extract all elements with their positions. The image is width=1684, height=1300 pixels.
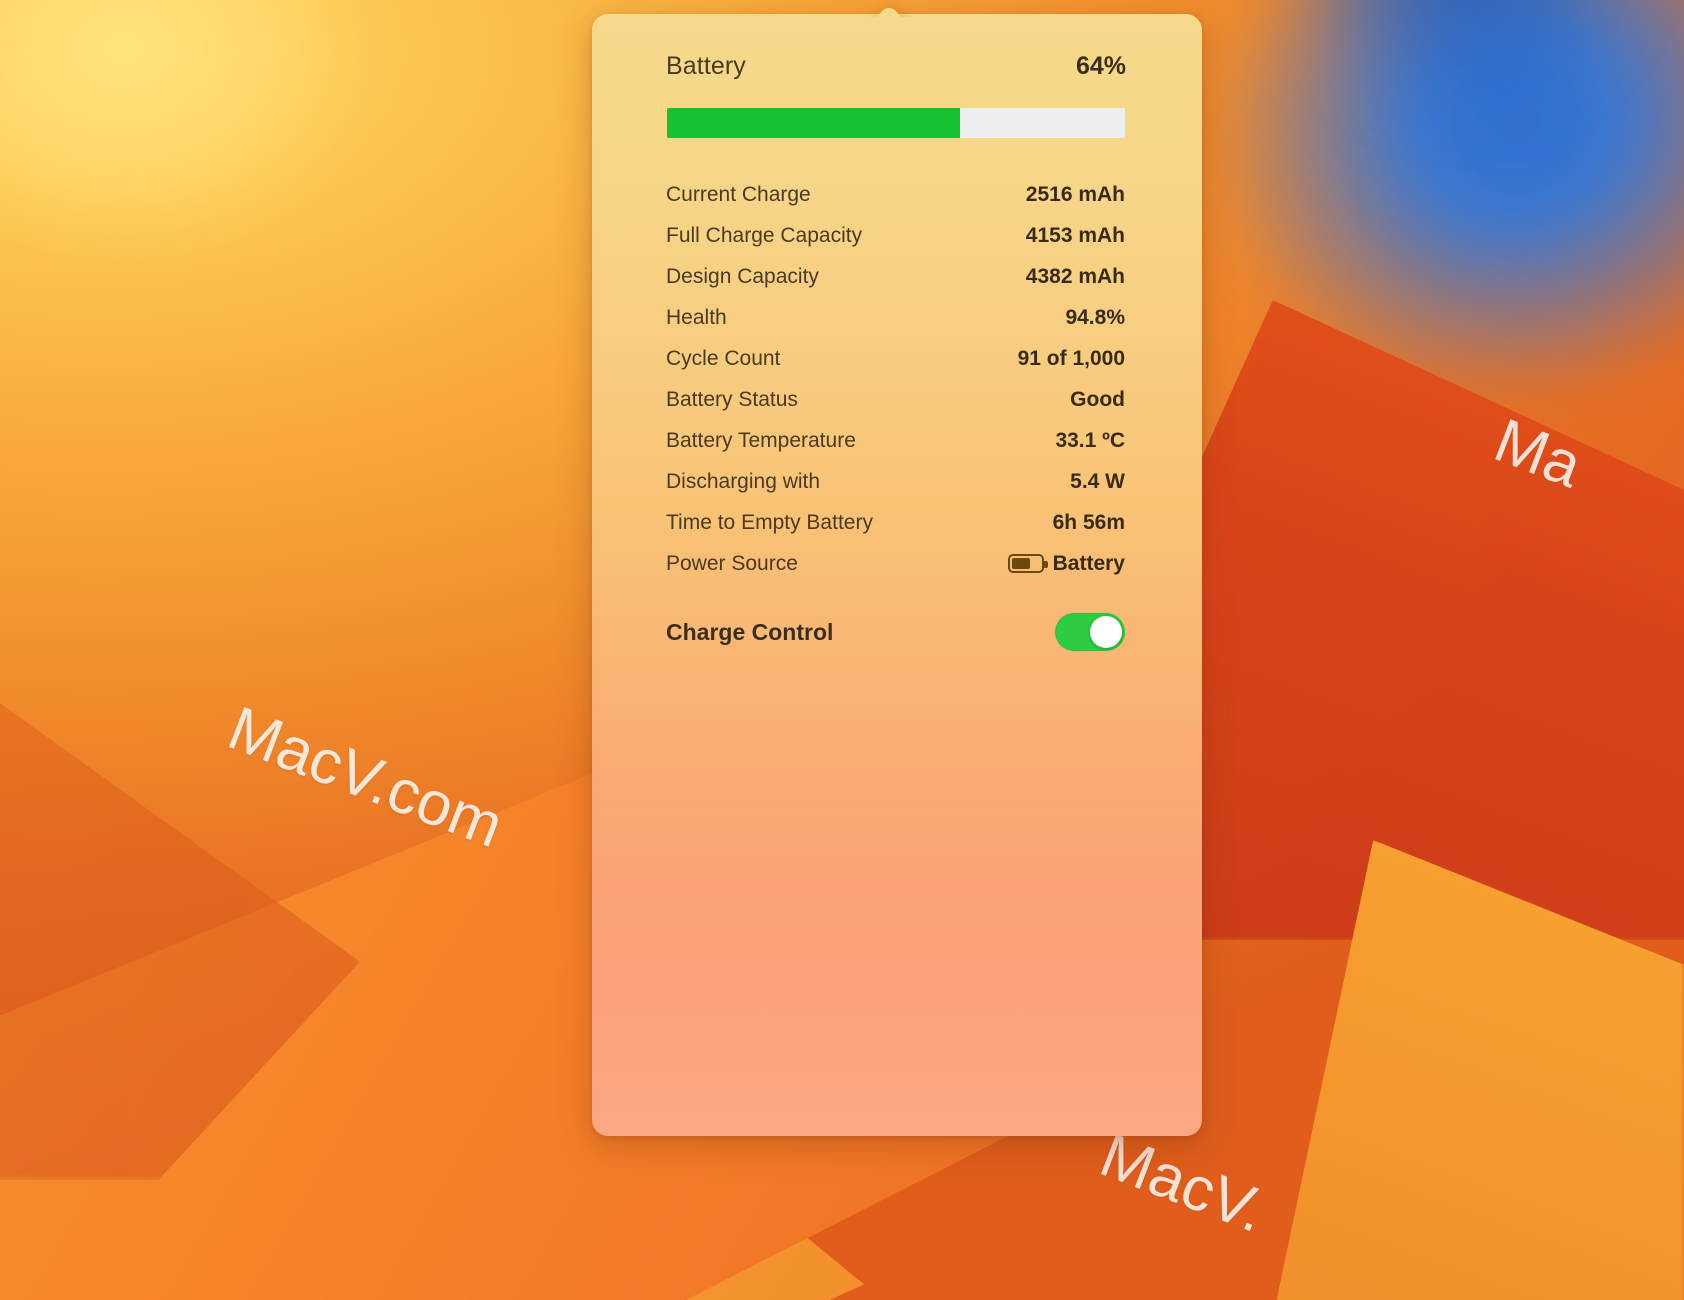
detail-row: Discharging with 5.4 W	[666, 461, 1125, 502]
detail-row: Cycle Count 91 of 1,000	[666, 338, 1125, 379]
detail-row-key: Current Charge	[666, 182, 811, 206]
detail-row-value-text: 91 of 1,000	[1017, 346, 1125, 370]
detail-row-key: Full Charge Capacity	[666, 223, 863, 247]
charge-control-toggle[interactable]	[1055, 613, 1125, 651]
detail-row-value: 94.8%	[1065, 306, 1125, 330]
page-title: Battery	[666, 52, 746, 80]
detail-row: Design Capacity 4382 mAh	[666, 256, 1125, 297]
detail-row: Battery Status Good	[666, 379, 1125, 420]
detail-row-value-text: Battery	[1052, 551, 1125, 575]
detail-row-key: Time to Empty Battery	[666, 510, 873, 534]
charge-control-header: Charge Control	[666, 611, 1125, 653]
detail-row-value-text: 2516 mAh	[1025, 182, 1125, 206]
detail-row: Power Source Battery	[666, 543, 1125, 584]
detail-row-key: Design Capacity	[666, 264, 819, 288]
wallpaper-blue-accent-core	[1204, 0, 1684, 200]
detail-row-value: 33.1 ºC	[1055, 429, 1125, 453]
detail-row-value: 4153 mAh	[1026, 224, 1125, 248]
detail-row-value-text: 33.1 ºC	[1055, 428, 1125, 452]
detail-row-key: Power Source	[666, 551, 798, 575]
toggle-knob	[1090, 616, 1122, 648]
detail-row-key: Discharging with	[666, 469, 821, 493]
detail-row-key: Cycle Count	[666, 346, 781, 370]
detail-row-value-text: 4153 mAh	[1025, 223, 1125, 247]
detail-row-value-text: Good	[1070, 387, 1125, 411]
detail-row-value: 6h 56m	[1053, 511, 1125, 535]
detail-row: Full Charge Capacity 4153 mAh	[666, 215, 1125, 256]
detail-row: Current Charge 2516 mAh	[666, 174, 1125, 215]
detail-row-value: 4382 mAh	[1026, 265, 1125, 289]
detail-row: Battery Temperature 33.1 ºC	[666, 420, 1125, 461]
battery-percent-label: 64%	[1075, 52, 1126, 80]
detail-row-value-text: 6h 56m	[1052, 510, 1125, 534]
detail-row-value: 91 of 1,000	[1018, 347, 1125, 371]
detail-row-value: 2516 mAh	[1026, 183, 1125, 207]
detail-row-value: Good	[1070, 388, 1125, 412]
detail-row-value-text: 94.8%	[1065, 305, 1125, 329]
detail-row-key: Health	[666, 305, 727, 329]
detail-row: Health 94.8%	[666, 297, 1125, 338]
detail-row-value-text: 4382 mAh	[1025, 264, 1125, 288]
detail-row-value: Battery	[1007, 551, 1125, 576]
detail-row-value-text: 5.4 W	[1070, 469, 1125, 493]
detail-row: Time to Empty Battery 6h 56m	[666, 502, 1125, 543]
battery-detail-list: Current Charge 2516 mAh Full Charge Capaci…	[666, 174, 1125, 584]
detail-row-value: 5.4 W	[1070, 470, 1125, 494]
popover-content: Battery 64% Current Charge 2516 mAh Full C…	[592, 14, 1202, 1136]
detail-row-key: Battery Status	[666, 387, 798, 411]
battery-level-bar-fill	[667, 108, 961, 138]
battery-popover-panel: Battery 64% Current Charge 2516 mAh Full C…	[592, 14, 1202, 1136]
wallpaper-yellow-glow	[0, 0, 560, 420]
battery-level-bar	[667, 108, 1125, 138]
detail-row-key: Battery Temperature	[666, 428, 856, 452]
charge-control-title: Charge Control	[666, 618, 834, 645]
battery-icon	[1007, 554, 1048, 573]
battery-header: Battery 64%	[666, 52, 1126, 81]
